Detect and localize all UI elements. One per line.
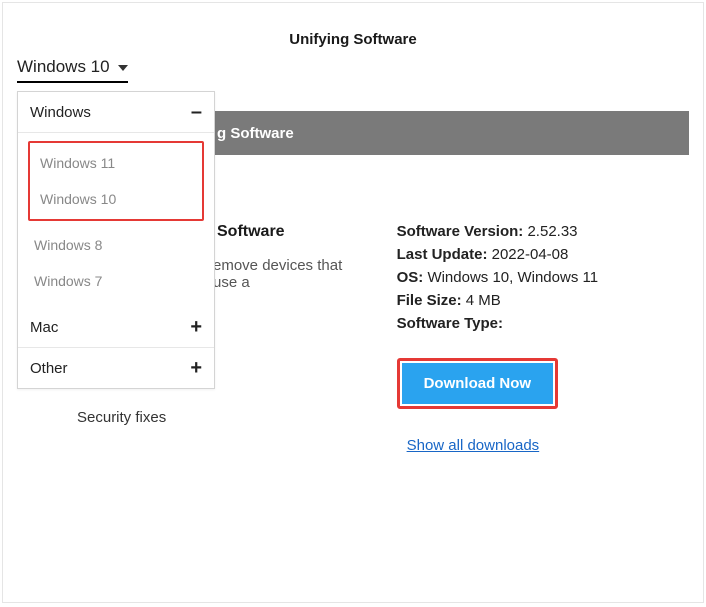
spec-version: Software Version: 2.52.33 — [397, 223, 689, 240]
spec-type-label: Software Type: — [397, 315, 503, 332]
dropdown-item-windows-10[interactable]: Windows 10 — [34, 181, 198, 217]
dropdown-highlight-box: Windows 11 Windows 10 — [28, 141, 204, 221]
show-all-downloads-link[interactable]: Show all downloads — [397, 437, 689, 454]
os-dropdown-panel: Windows – Windows 11 Windows 10 Windows … — [17, 91, 215, 389]
dropdown-group-other[interactable]: Other + — [18, 348, 214, 388]
spec-os-label: OS: — [397, 269, 424, 286]
section-header-partial-text: g Software — [217, 125, 294, 142]
spec-size-value: 4 MB — [466, 292, 501, 309]
dropdown-item-windows-8[interactable]: Windows 8 — [28, 227, 204, 263]
software-name-heading: Software — [217, 223, 367, 241]
plus-icon: + — [190, 358, 202, 378]
update-note-item: Security fixes — [77, 409, 367, 426]
dropdown-group-mac[interactable]: Mac + — [18, 307, 214, 348]
dropdown-group-mac-label: Mac — [30, 319, 58, 336]
spec-type: Software Type: — [397, 315, 689, 332]
dropdown-item-windows-11[interactable]: Windows 11 — [34, 145, 198, 181]
spec-os-value: Windows 10, Windows 11 — [427, 269, 598, 286]
spec-size: File Size: 4 MB — [397, 292, 689, 309]
spec-updated: Last Update: 2022-04-08 — [397, 246, 689, 263]
dropdown-group-other-label: Other — [30, 360, 68, 377]
spec-version-value: 2.52.33 — [527, 223, 577, 240]
page-title: Unifying Software — [3, 3, 703, 56]
os-selector-dropdown-trigger[interactable]: Windows 10 — [17, 57, 128, 83]
dropdown-item-windows-7[interactable]: Windows 7 — [28, 263, 204, 299]
os-selector-value: Windows 10 — [17, 57, 110, 76]
minus-icon: – — [191, 102, 202, 122]
dropdown-group-windows[interactable]: Windows – — [18, 92, 214, 133]
spec-size-label: File Size: — [397, 292, 462, 309]
download-button-highlight: Download Now — [397, 358, 559, 409]
spec-os: OS: Windows 10, Windows 11 — [397, 269, 689, 286]
chevron-down-icon — [118, 65, 128, 71]
spec-updated-label: Last Update: — [397, 246, 488, 263]
software-description-partial: emove devices that use a — [213, 257, 367, 291]
download-now-button[interactable]: Download Now — [402, 363, 554, 404]
spec-updated-value: 2022-04-08 — [492, 246, 569, 263]
plus-icon: + — [190, 317, 202, 337]
spec-version-label: Software Version: — [397, 223, 524, 240]
dropdown-group-windows-label: Windows — [30, 104, 91, 121]
